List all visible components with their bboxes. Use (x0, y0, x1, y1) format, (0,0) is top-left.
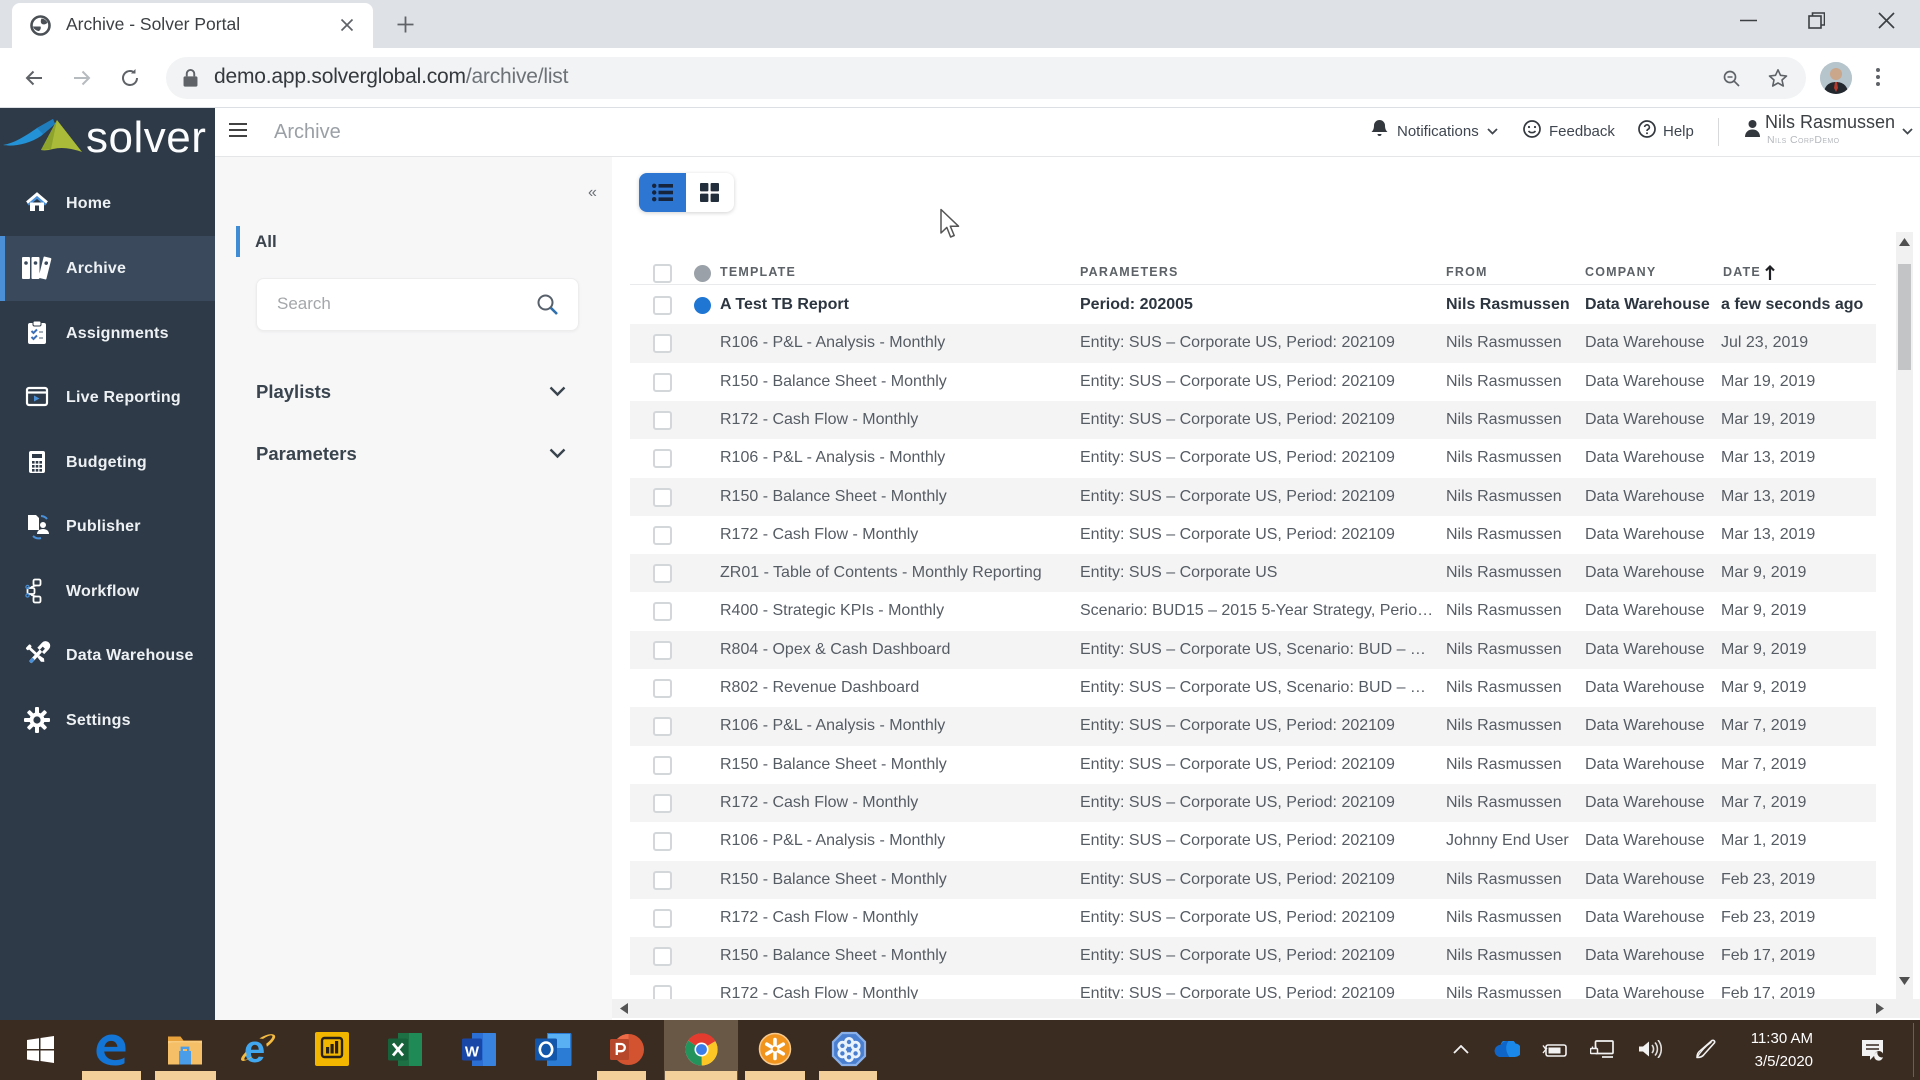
svg-text:e: e (244, 1031, 265, 1068)
svg-text:W: W (464, 1043, 479, 1060)
